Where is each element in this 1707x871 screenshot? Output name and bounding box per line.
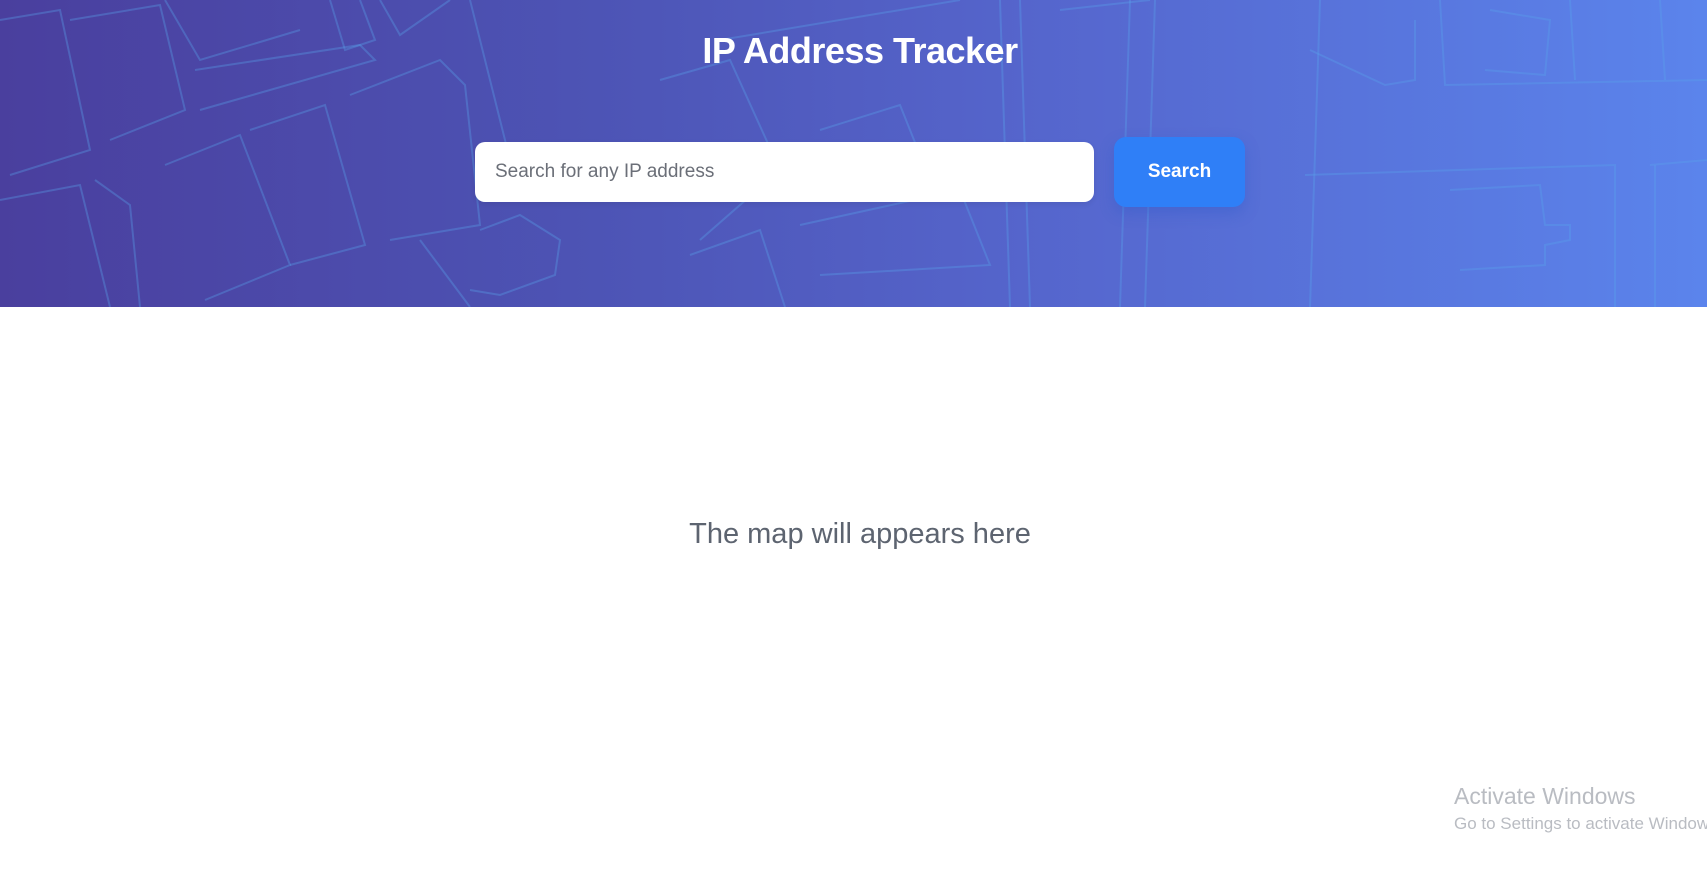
page-title: IP Address Tracker xyxy=(702,30,1018,71)
header-banner: IP Address Tracker Search xyxy=(0,0,1707,307)
map-placeholder-text: The map will appears here xyxy=(689,518,1031,550)
watermark-title: Activate Windows xyxy=(1454,783,1636,809)
activate-windows-watermark: Activate Windows Go to Settings to activ… xyxy=(1454,782,1707,836)
ip-search-input[interactable] xyxy=(475,142,1094,202)
search-button[interactable]: Search xyxy=(1114,137,1245,207)
watermark-subtitle: Go to Settings to activate Windows. xyxy=(1454,814,1707,833)
